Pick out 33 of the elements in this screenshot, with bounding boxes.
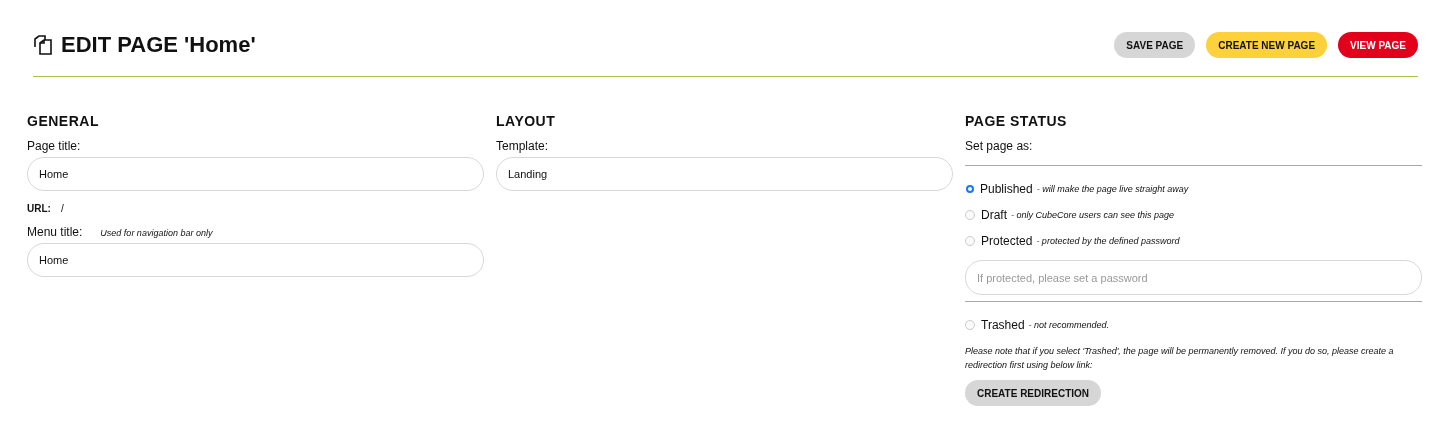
option-note: - only CubeCore users can see this page <box>1011 210 1175 220</box>
option-note: - will make the page live straight away <box>1036 184 1189 194</box>
template-field[interactable]: Landing <box>496 157 953 191</box>
option-note: - protected by the defined password <box>1036 236 1180 246</box>
option-note: - not recommended. <box>1028 320 1110 330</box>
field-label: Set page as: <box>965 139 1034 153</box>
copy-pages-icon <box>32 34 54 56</box>
page-title-field[interactable]: Home <box>27 157 484 191</box>
field-label: Template: <box>496 139 550 153</box>
password-field[interactable]: If protected, please set a password <box>965 260 1422 295</box>
trash-notice: Please note that if you select 'Trashed', the page will be permanently removed. If you do so, please create a redirection first using below link: <box>965 345 1395 372</box>
section-heading: GENERAL <box>27 113 100 129</box>
radio-button[interactable] <box>965 210 975 220</box>
section-heading: LAYOUT <box>496 113 557 129</box>
radio-button[interactable] <box>965 236 975 246</box>
radio-button[interactable] <box>965 320 975 330</box>
radio-button[interactable] <box>966 185 974 193</box>
page-title: EDIT PAGE 'Home' <box>61 32 256 58</box>
option-label: Draft <box>981 208 1007 222</box>
url-value: / <box>60 203 64 214</box>
option-label: Trashed <box>981 318 1025 332</box>
field-hint: Used for navigation bar only <box>100 228 213 238</box>
option-label: Published <box>980 182 1033 196</box>
option-label: Protected <box>981 234 1033 248</box>
menu-title-field[interactable]: Home <box>27 243 484 277</box>
field-label: Menu title: <box>27 225 83 239</box>
header-button[interactable]: VIEW PAGE <box>1338 32 1418 58</box>
url-label: URL: <box>27 203 51 214</box>
header-button[interactable]: CREATE NEW PAGE <box>1206 32 1328 58</box>
field-label: Page title: <box>27 139 82 153</box>
create-redirection-button[interactable]: CREATE REDIRECTION <box>965 380 1102 406</box>
section-heading: PAGE STATUS <box>965 113 1068 129</box>
header-button[interactable]: SAVE PAGE <box>1114 32 1196 58</box>
